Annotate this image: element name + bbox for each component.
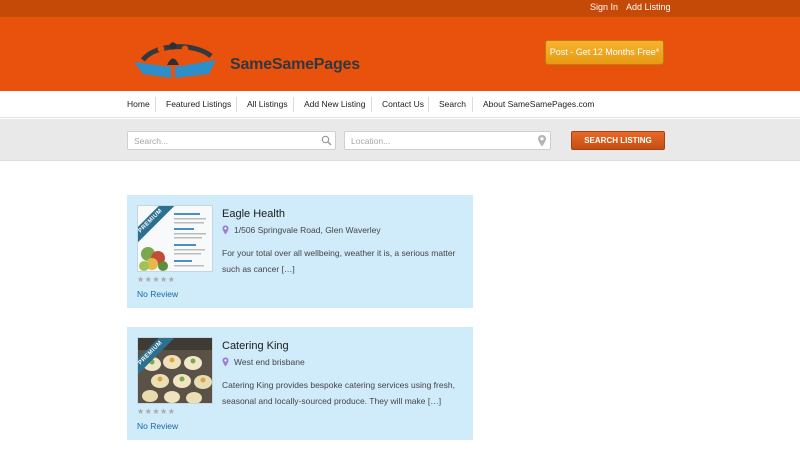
location-placeholder: Location... bbox=[351, 136, 391, 146]
book-people-logo-icon bbox=[134, 42, 216, 78]
nav-featured-listings[interactable]: Featured Listings bbox=[166, 91, 231, 118]
nav-about[interactable]: About SameSamePages.com bbox=[483, 91, 595, 118]
nav-home[interactable]: Home bbox=[127, 91, 150, 118]
listing-thumbnail[interactable]: PREMIUM bbox=[137, 205, 213, 272]
listing-card: PREMIUM ★★★★★ No Review Eagle Health 1/5… bbox=[127, 195, 473, 308]
listing-address-text: 1/506 Springvale Road, Glen Waverley bbox=[234, 225, 381, 235]
nav-search[interactable]: Search bbox=[439, 91, 466, 118]
listing-address: West end brisbane bbox=[222, 357, 305, 367]
nav-divider bbox=[428, 97, 429, 112]
no-review-link[interactable]: No Review bbox=[137, 289, 178, 299]
listing-card: PREMIUM ★★★★★ No Review Catering King We… bbox=[127, 327, 473, 440]
search-bar: Search... Location... SEARCH LISTING bbox=[0, 119, 800, 161]
rating-stars: ★★★★★ bbox=[137, 407, 176, 416]
search-listing-button[interactable]: SEARCH LISTING bbox=[571, 131, 665, 150]
location-pin-icon bbox=[538, 135, 546, 147]
listing-address-text: West end brisbane bbox=[234, 357, 305, 367]
listing-title[interactable]: Catering King bbox=[222, 340, 289, 352]
nav-divider bbox=[236, 97, 237, 112]
search-icon bbox=[321, 135, 332, 146]
nav-add-new-listing[interactable]: Add New Listing bbox=[304, 91, 365, 118]
site-header: SameSamePages Post - Get 12 Months Free* bbox=[0, 18, 800, 91]
keyword-search-placeholder: Search... bbox=[134, 136, 169, 146]
nav-all-listings[interactable]: All Listings bbox=[247, 91, 288, 118]
listing-description: Catering King provides bespoke catering … bbox=[222, 380, 455, 406]
no-review-link[interactable]: No Review bbox=[137, 421, 178, 431]
post-free-button[interactable]: Post - Get 12 Months Free* bbox=[545, 40, 664, 65]
premium-ribbon: PREMIUM bbox=[138, 206, 179, 247]
nav-divider bbox=[293, 97, 294, 112]
rating-stars: ★★★★★ bbox=[137, 275, 176, 284]
site-logo[interactable]: SameSamePages bbox=[131, 36, 371, 82]
listing-title[interactable]: Eagle Health bbox=[222, 208, 285, 220]
logo-wordmark: SameSamePages bbox=[230, 56, 360, 73]
add-listing-link[interactable]: Add Listing bbox=[626, 2, 671, 12]
nav-contact-us[interactable]: Contact Us bbox=[382, 91, 424, 118]
premium-badge: PREMIUM bbox=[138, 338, 179, 379]
keyword-search-input[interactable]: Search... bbox=[127, 131, 336, 150]
sign-in-link[interactable]: Sign In bbox=[590, 2, 618, 12]
listing-description: For your total over all wellbeing, weath… bbox=[222, 248, 456, 274]
premium-badge: PREMIUM bbox=[138, 206, 179, 247]
listing-thumbnail[interactable]: PREMIUM bbox=[137, 337, 213, 404]
nav-divider bbox=[155, 97, 156, 112]
top-utility-bar: Sign In Add Listing bbox=[0, 0, 800, 18]
location-input[interactable]: Location... bbox=[344, 131, 551, 150]
address-pin-icon bbox=[222, 225, 229, 235]
listing-address: 1/506 Springvale Road, Glen Waverley bbox=[222, 225, 381, 235]
nav-divider bbox=[371, 97, 372, 112]
premium-ribbon: PREMIUM bbox=[138, 338, 179, 379]
address-pin-icon bbox=[222, 357, 229, 367]
nav-divider bbox=[472, 97, 473, 112]
main-nav: Home Featured Listings All Listings Add … bbox=[0, 91, 800, 118]
